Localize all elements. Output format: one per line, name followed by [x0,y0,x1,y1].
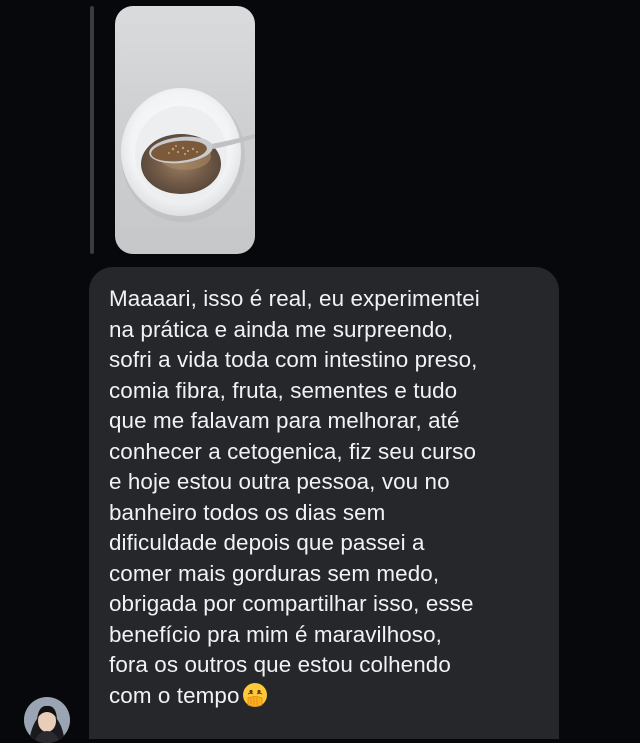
reply-indicator-bar [90,6,94,254]
spoon-bowl-image [121,88,255,222]
profile-photo-icon [24,697,70,743]
message-body: Maaaari, isso é real, eu experimentei na… [109,286,480,708]
shared-photo[interactable] [115,6,255,254]
hand-over-mouth-emoji-icon [242,682,268,708]
sender-avatar[interactable] [24,697,70,743]
message-text: Maaaari, isso é real, eu experimentei na… [109,284,549,711]
